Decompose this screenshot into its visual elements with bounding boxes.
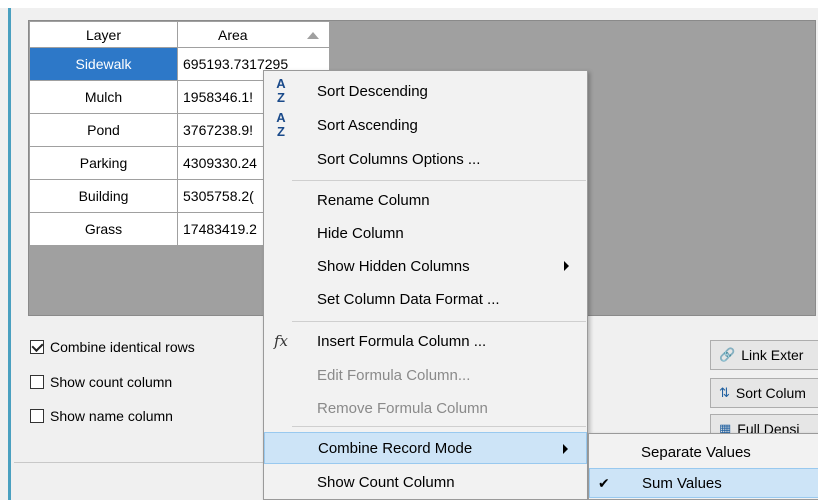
column-header-layer[interactable]: Layer (29, 21, 178, 48)
check-icon: ✔ (598, 474, 610, 491)
show-name-column-checkbox[interactable] (30, 409, 44, 423)
menu-item-insert-formula-column[interactable]: fx Insert Formula Column ... (264, 325, 587, 357)
cell-layer[interactable]: Building (29, 179, 178, 213)
show-name-column-option[interactable]: Show name column (30, 408, 173, 424)
show-count-column-option[interactable]: Show count column (30, 374, 172, 390)
sort-columns-label: Sort Colum (735, 385, 806, 401)
submenu-arrow-icon (564, 261, 569, 271)
column-header-area-label: Area (218, 26, 248, 43)
submenu-item-label: Sum Values (642, 474, 722, 492)
menu-item-sort-columns-options[interactable]: Sort Columns Options ... (264, 143, 587, 175)
menu-item-remove-formula-column: Remove Formula Column (264, 392, 587, 424)
menu-item-show-count-column[interactable]: Show Count Column (264, 466, 587, 498)
menu-item-label: Remove Formula Column (317, 399, 488, 417)
menu-item-sort-ascending[interactable]: AZ Sort Ascending (264, 109, 587, 141)
cell-layer[interactable]: Pond (29, 113, 178, 147)
menu-item-label: Insert Formula Column ... (317, 332, 487, 350)
left-accent-bar (8, 8, 11, 500)
header-row: Layer Area (29, 21, 330, 48)
menu-item-show-hidden-columns[interactable]: Show Hidden Columns (264, 250, 587, 282)
combine-identical-rows-option[interactable]: Combine identical rows (30, 339, 195, 355)
submenu-arrow-icon (563, 444, 568, 454)
show-name-column-label: Show name column (50, 408, 173, 424)
menu-item-label: Rename Column (317, 191, 430, 209)
menu-item-set-column-data-format[interactable]: Set Column Data Format ... (264, 283, 587, 315)
menu-item-label: Combine Record Mode (318, 439, 473, 457)
submenu-item-separate-values[interactable]: Separate Values (589, 437, 818, 467)
link-external-button[interactable]: 🔗 Link Exter (710, 340, 818, 370)
combine-identical-rows-checkbox[interactable] (30, 340, 44, 354)
menu-item-label: Set Column Data Format ... (317, 290, 500, 308)
show-count-column-label: Show count column (50, 374, 173, 390)
menu-separator (292, 321, 586, 322)
sort-descending-icon: AZ (276, 76, 286, 105)
sort-az-icon: ⇅ (719, 385, 730, 400)
menu-item-label: Show Hidden Columns (317, 257, 470, 275)
cell-layer[interactable]: Parking (29, 146, 178, 180)
cell-layer[interactable]: Grass (29, 212, 178, 246)
menu-item-combine-record-mode[interactable]: Combine Record Mode (264, 432, 587, 464)
app-window: Layer Area Sidewalk 695193.7317295 Mulch… (0, 0, 818, 500)
menu-item-label: Sort Descending (317, 82, 428, 100)
cell-layer[interactable]: Mulch (29, 80, 178, 114)
submenu-item-label: Separate Values (641, 443, 751, 461)
link-icon: 🔗 (719, 347, 736, 362)
sort-columns-button[interactable]: ⇅ Sort Colum (710, 378, 818, 408)
menu-item-hide-column[interactable]: Hide Column (264, 217, 587, 249)
sort-ascending-icon (307, 32, 319, 39)
menu-item-label: Edit Formula Column... (317, 366, 471, 384)
menu-item-sort-descending[interactable]: AZ Sort Descending (264, 75, 587, 107)
column-context-menu: AZ Sort Descending AZ Sort Ascending Sor… (263, 70, 588, 500)
link-external-label: Link Exter (741, 347, 804, 363)
column-header-area[interactable]: Area (177, 21, 330, 48)
combine-identical-rows-label: Combine identical rows (50, 339, 195, 355)
fx-icon: fx (273, 332, 288, 350)
top-strip (0, 0, 818, 8)
menu-item-label: Hide Column (317, 224, 404, 242)
submenu-item-sum-values[interactable]: ✔ Sum Values (589, 468, 818, 498)
menu-item-rename-column[interactable]: Rename Column (264, 184, 587, 216)
menu-separator (292, 180, 586, 181)
show-count-column-checkbox[interactable] (30, 375, 44, 389)
menu-item-label: Sort Columns Options ... (317, 150, 481, 168)
sort-ascending-icon: AZ (276, 110, 286, 139)
divider (14, 462, 264, 463)
combine-record-mode-submenu: Separate Values ✔ Sum Values (588, 433, 818, 500)
menu-item-label: Sort Ascending (317, 116, 418, 134)
cell-layer[interactable]: Sidewalk (29, 47, 178, 81)
menu-item-label: Show Count Column (317, 473, 455, 491)
menu-item-edit-formula-column: Edit Formula Column... (264, 359, 587, 391)
menu-separator (292, 426, 586, 427)
